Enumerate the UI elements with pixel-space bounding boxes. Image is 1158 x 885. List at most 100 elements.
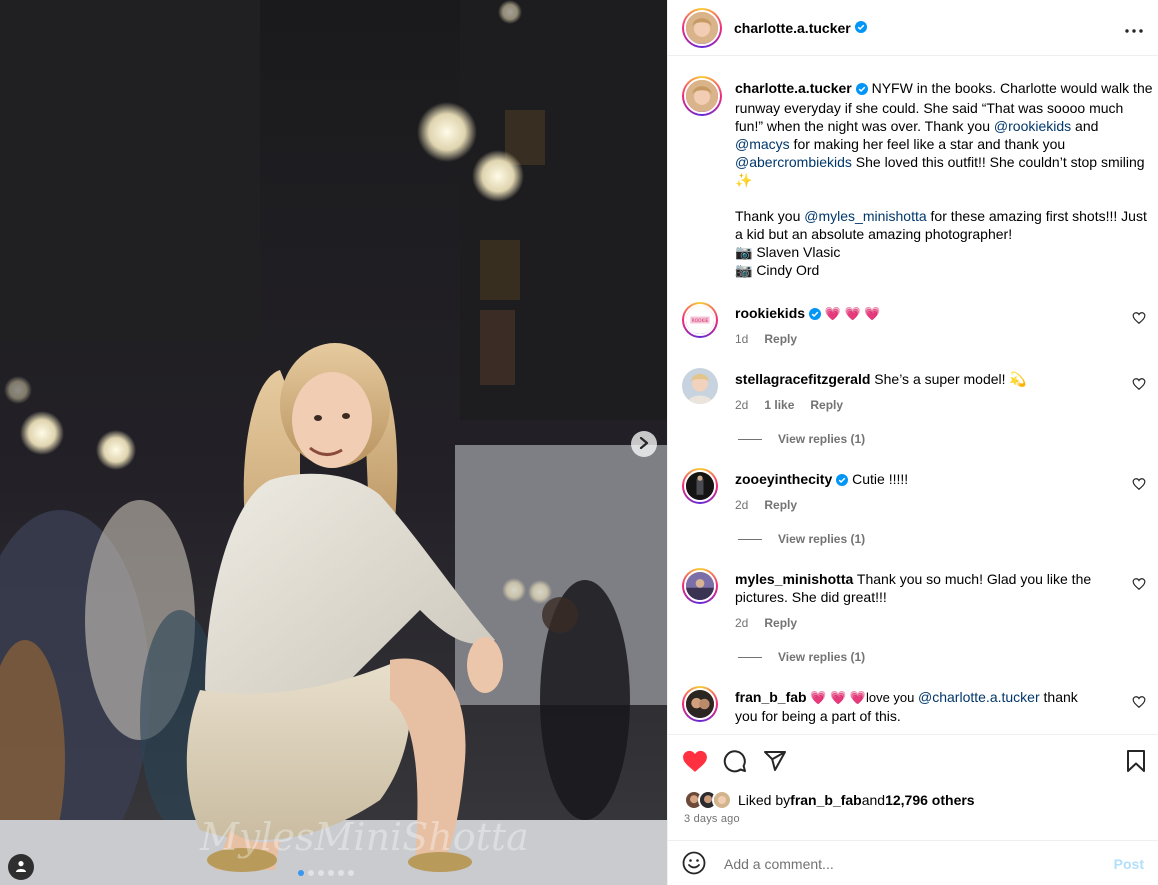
comment-timestamp[interactable]: 2d [735, 398, 748, 412]
liker-avatar [712, 790, 732, 810]
carousel-dot [308, 870, 314, 876]
liker-avatars [684, 790, 732, 810]
verified-badge-icon [836, 472, 849, 490]
reply-button[interactable]: Reply [764, 498, 797, 512]
post-header: charlotte.a.tucker [668, 0, 1158, 56]
post-comment-button[interactable]: Post [1114, 856, 1144, 872]
mention-link[interactable]: @rookiekids [994, 118, 1071, 134]
commenter-username[interactable]: stellagracefitzgerald [735, 371, 870, 387]
mention-link[interactable]: @macys [735, 136, 790, 152]
view-replies-button[interactable]: View replies (1) [738, 532, 865, 546]
chevron-right-icon [639, 436, 649, 452]
commenter-avatar[interactable] [682, 686, 718, 722]
view-replies-button[interactable]: View replies (1) [738, 650, 865, 664]
comment-text: 💗 💗 💗love you [806, 690, 919, 705]
comment-likes-count[interactable]: 1 like [764, 398, 794, 412]
carousel-dot [348, 870, 354, 876]
likes-prefix: Liked by [738, 792, 791, 808]
commenter-avatar[interactable]: ROOKIE [682, 302, 718, 338]
comment-like-icon[interactable] [1132, 477, 1146, 491]
comment-timestamp[interactable]: 1d [735, 332, 748, 346]
commenter-avatar[interactable] [682, 468, 718, 504]
post-media[interactable]: MylesMiniShotta [0, 0, 667, 885]
heart-filled-icon[interactable] [681, 747, 709, 775]
bookmark-icon[interactable] [1122, 747, 1150, 775]
comment-body: zooeyinthecity Cutie !!!!! [735, 470, 1095, 490]
comments-list[interactable]: charlotte.a.tucker NYFW in the books. Ch… [668, 56, 1158, 734]
caption-author-avatar[interactable] [682, 76, 722, 116]
comment-body: rookiekids 💗 💗 💗 [735, 304, 1095, 324]
comment-item: myles_minishotta Thank you so much! Glad… [682, 568, 1152, 686]
view-replies-label: View replies (1) [778, 432, 866, 446]
commenter-username[interactable]: myles_minishotta [735, 571, 853, 587]
commenter-avatar[interactable] [682, 368, 718, 404]
comment-text: She’s a super model! 💫 [870, 371, 1027, 387]
replies-divider [738, 538, 762, 540]
comment-like-icon[interactable] [1132, 577, 1146, 591]
more-horizontal-icon [1125, 20, 1143, 36]
comment-text: 💗 💗 💗 [821, 306, 881, 321]
post-detail-panel: charlotte.a.tucker charlotte.a.tucker NY… [667, 0, 1158, 885]
comment-text: Cutie !!!!! [848, 471, 909, 487]
caption-text: charlotte.a.tucker NYFW in the books. Ch… [735, 79, 1153, 279]
replies-divider [738, 438, 762, 440]
post-timestamp[interactable]: 3 days ago [684, 813, 740, 825]
mention-link[interactable]: @abercrombiekids [735, 154, 852, 170]
comment-timestamp[interactable]: 2d [735, 616, 748, 630]
view-replies-label: View replies (1) [778, 650, 866, 664]
emoji-icon[interactable] [682, 851, 708, 877]
commenter-avatar[interactable] [682, 568, 718, 604]
mention-link[interactable]: @charlotte.a.tucker [918, 689, 1040, 705]
likes-summary[interactable]: Liked by fran_b_fab and 12,796 others [684, 790, 975, 810]
caption-text-part: for making her feel like a star and than… [789, 136, 1070, 152]
comment-body: myles_minishotta Thank you so much! Glad… [735, 570, 1095, 606]
user-icon [15, 859, 27, 875]
reply-button[interactable]: Reply [764, 616, 797, 630]
carousel-indicator [298, 870, 354, 876]
likes-middle: and [861, 792, 886, 808]
tagged-users-button[interactable] [8, 854, 34, 880]
author-username[interactable]: charlotte.a.tucker [734, 20, 851, 36]
reply-button[interactable]: Reply [764, 332, 797, 346]
carousel-dot [328, 870, 334, 876]
reply-button[interactable]: Reply [810, 398, 843, 412]
comment-item: ROOKIE rookiekids 💗 💗 💗 1d Reply [682, 302, 1152, 362]
comment-item: stellagracefitzgerald She’s a super mode… [682, 368, 1152, 468]
comment-timestamp[interactable]: 2d [735, 498, 748, 512]
caption-timestamp[interactable]: 3d [735, 266, 748, 280]
comment-item: zooeyinthecity Cutie !!!!! 2d Reply View… [682, 468, 1152, 568]
commenter-username[interactable]: fran_b_fab [735, 689, 807, 705]
author-avatar[interactable] [682, 7, 722, 48]
comment-like-icon[interactable] [1132, 377, 1146, 391]
liked-by-user[interactable]: fran_b_fab [790, 792, 862, 808]
add-comment-bar: Post [668, 840, 1158, 885]
view-replies-label: View replies (1) [778, 532, 866, 546]
mention-link[interactable]: @myles_minishotta [804, 208, 926, 224]
replies-divider [738, 656, 762, 658]
comment-icon[interactable] [721, 747, 749, 775]
caption-username[interactable]: charlotte.a.tucker [735, 80, 852, 96]
share-icon[interactable] [761, 747, 789, 775]
comment-item: fran_b_fab 💗 💗 💗love you @charlotte.a.tu… [682, 686, 1152, 734]
comment-body: fran_b_fab 💗 💗 💗love you @charlotte.a.tu… [735, 688, 1095, 725]
commenter-username[interactable]: rookiekids [735, 305, 805, 321]
likes-count[interactable]: 12,796 others [885, 792, 975, 808]
commenter-username[interactable]: zooeyinthecity [735, 471, 832, 487]
comment-actions: 1d Reply [735, 332, 797, 346]
comment-like-icon[interactable] [1132, 311, 1146, 325]
comment-like-icon[interactable] [1132, 695, 1146, 709]
comment-actions: 2d Reply [735, 498, 797, 512]
svg-text:ROOKIE: ROOKIE [692, 318, 709, 324]
verified-badge-icon [809, 306, 822, 324]
comment-input[interactable] [724, 855, 1114, 872]
next-slide-button[interactable] [631, 431, 657, 457]
carousel-dot [338, 870, 344, 876]
verified-badge-icon [854, 20, 867, 36]
view-replies-button[interactable]: View replies (1) [738, 432, 865, 446]
carousel-dot [318, 870, 324, 876]
more-options-button[interactable] [1122, 16, 1146, 40]
action-bar [681, 747, 1145, 775]
comment-actions: 2d Reply [735, 616, 797, 630]
runway-photo: MylesMiniShotta [0, 0, 667, 885]
svg-text:MylesMiniShotta: MylesMiniShotta [199, 815, 529, 859]
